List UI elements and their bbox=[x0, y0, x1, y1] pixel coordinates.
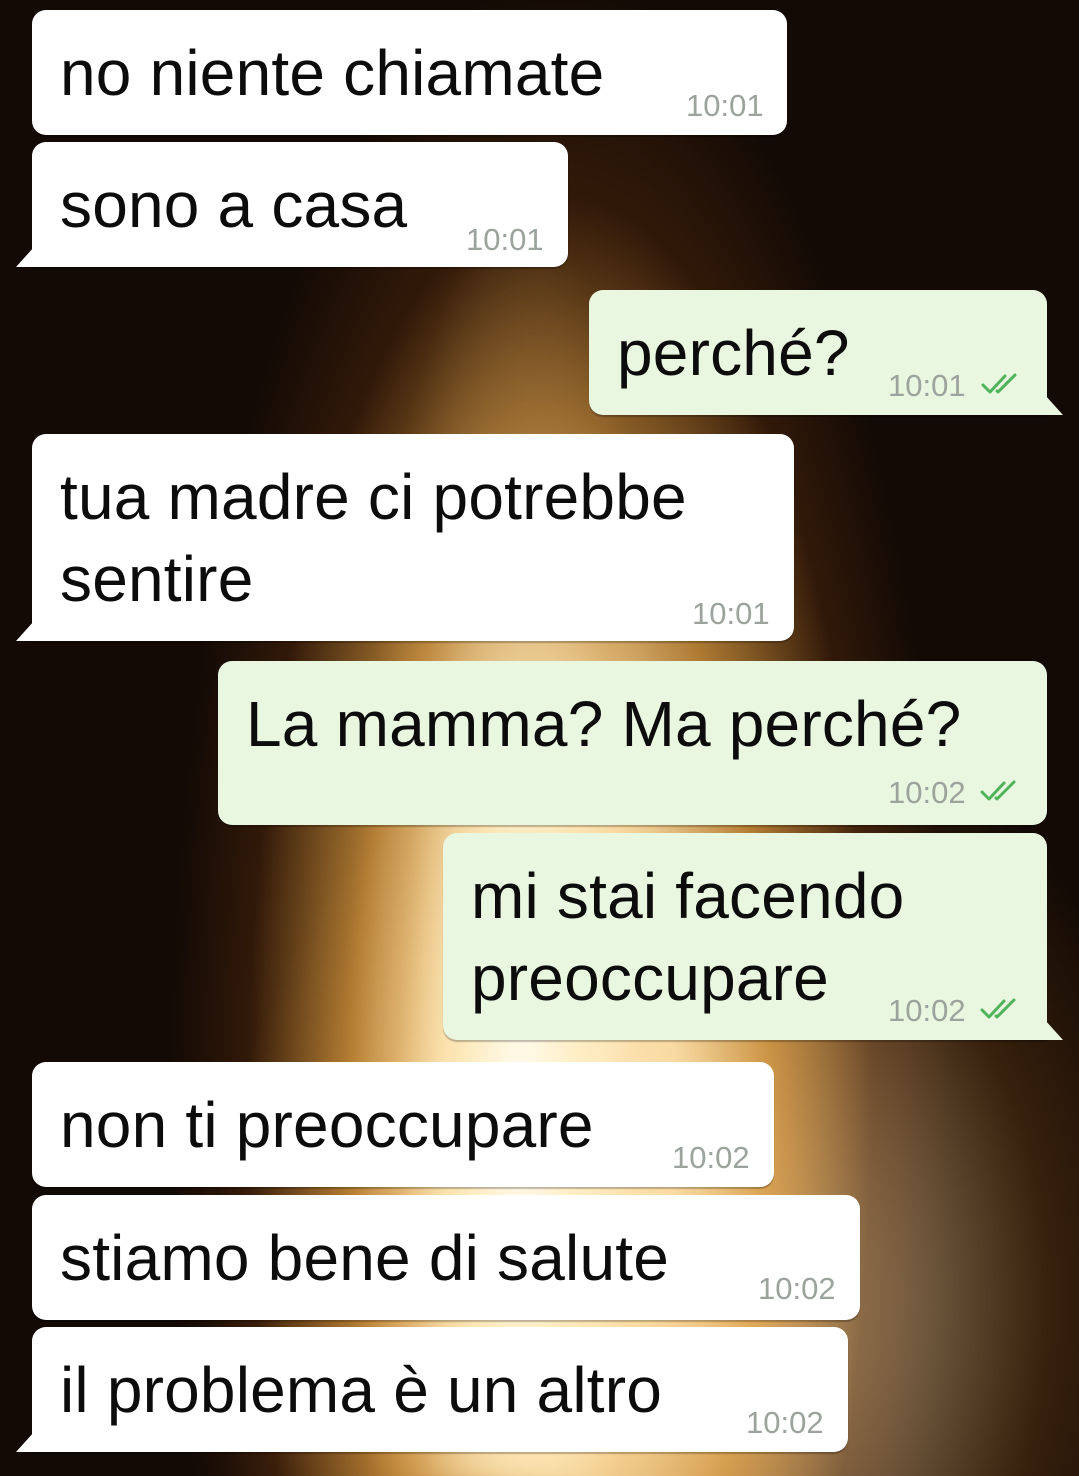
message-text: non ti preoccupare bbox=[60, 1089, 594, 1161]
message-time: 10:01 bbox=[692, 596, 770, 631]
double-check-icon bbox=[980, 780, 1016, 801]
message-text: sono a casa bbox=[60, 169, 408, 241]
message-text: tua madre ci potrebbe sentire bbox=[60, 461, 687, 615]
message-time: 10:02 bbox=[746, 1405, 824, 1440]
message-incoming[interactable]: sono a casa 10:01 bbox=[16, 142, 568, 267]
message-list[interactable]: no niente chiamate 10:01 sono a casa 10:… bbox=[0, 0, 1079, 1476]
message-incoming[interactable]: non ti preoccupare 10:02 bbox=[32, 1062, 774, 1187]
message-incoming[interactable]: tua madre ci potrebbe sentire 10:01 bbox=[16, 434, 794, 641]
message-time: 10:02 bbox=[758, 1271, 836, 1306]
message-outgoing[interactable]: perché? 10:01 bbox=[589, 290, 1063, 415]
message-text: il problema è un altro bbox=[60, 1354, 663, 1426]
message-text: stiamo bene di salute bbox=[60, 1222, 670, 1294]
message-time: 10:01 bbox=[466, 222, 544, 257]
message-text: no niente chiamate bbox=[60, 37, 605, 109]
message-incoming[interactable]: stiamo bene di salute 10:02 bbox=[32, 1195, 860, 1320]
message-time: 10:01 bbox=[888, 368, 966, 403]
message-time: 10:02 bbox=[672, 1140, 750, 1175]
message-text: mi stai facendo preoccupare bbox=[471, 860, 905, 1014]
message-outgoing[interactable]: La mamma? Ma perché? 10:02 bbox=[218, 661, 1047, 825]
message-time: 10:02 bbox=[888, 775, 966, 810]
double-check-icon bbox=[981, 373, 1017, 394]
message-text: La mamma? Ma perché? bbox=[246, 688, 962, 760]
message-time: 10:02 bbox=[888, 993, 966, 1028]
message-time: 10:01 bbox=[686, 88, 764, 123]
message-text: perché? bbox=[617, 317, 850, 389]
message-incoming[interactable]: no niente chiamate 10:01 bbox=[32, 10, 787, 135]
double-check-icon bbox=[980, 998, 1016, 1019]
message-outgoing[interactable]: mi stai facendo preoccupare 10:02 bbox=[443, 833, 1063, 1040]
message-incoming[interactable]: il problema è un altro 10:02 bbox=[16, 1327, 848, 1452]
